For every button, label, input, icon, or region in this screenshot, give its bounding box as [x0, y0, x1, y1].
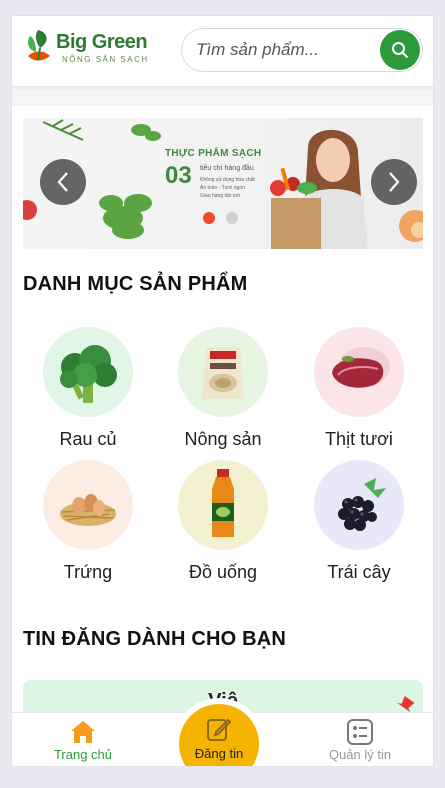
header-divider [12, 86, 433, 106]
banner-dot[interactable] [226, 212, 238, 224]
logo[interactable]: Big Green NÔNG SẢN SẠCH [24, 28, 154, 68]
nav-manage[interactable]: Quản lý tin [305, 713, 415, 766]
juice-bottle-icon [178, 460, 268, 550]
logo-subtitle: NÔNG SẢN SẠCH [62, 55, 149, 64]
category-do-uong[interactable]: Đồ uống [158, 460, 288, 590]
banner-subtitle: tiêu chí hàng đầu [200, 165, 254, 172]
home-icon [71, 721, 95, 743]
rice-bag-icon [178, 327, 268, 417]
banner-number: 03 [165, 162, 192, 189]
category-label: Rau củ [59, 429, 117, 449]
banner-title: THỰC PHẨM SẠCH [165, 148, 262, 159]
categories-title: DANH MỤC SẢN PHẨM [23, 273, 248, 295]
blackberry-icon [314, 460, 404, 550]
egg-nest-icon [43, 460, 133, 550]
broccoli-icon [43, 327, 133, 417]
chevron-right-icon [389, 172, 400, 192]
banner-bullet: An toàn - Tươi ngon [200, 185, 245, 191]
list-icon [347, 719, 373, 745]
category-label: Đồ uống [188, 562, 258, 582]
category-thit-tuoi[interactable]: Thịt tươi [294, 327, 424, 457]
nav-home-label: Trang chủ [53, 747, 113, 762]
category-label: Thịt tươi [325, 429, 393, 449]
category-rau-cu[interactable]: Rau củ [23, 327, 153, 457]
header: Big Green NÔNG SẢN SẠCH [12, 16, 433, 86]
search-input[interactable] [196, 29, 376, 71]
meat-icon [314, 327, 404, 417]
banner-bullets: Không sử dụng hóa chất An toàn - Tươi ng… [200, 176, 255, 200]
category-nong-san[interactable]: Nông sản [158, 327, 288, 457]
category-label: Trứng [63, 562, 113, 582]
banner-bullet: Giao hàng tận nơi [200, 193, 240, 199]
search-button[interactable] [380, 30, 420, 70]
promo-banner[interactable]: THỰC PHẨM SẠCH 03 tiêu chí hàng đầu Khôn… [23, 118, 423, 249]
nav-post-label: Đăng tin [194, 746, 244, 761]
banner-next-button[interactable] [371, 159, 417, 205]
edit-icon [207, 718, 232, 741]
app-screen: Big Green NÔNG SẢN SẠCH Tìm sản phẩm... … [11, 15, 434, 767]
banner-dot-active[interactable] [203, 212, 215, 224]
category-trung[interactable]: Trứng [23, 460, 153, 590]
posts-title: TIN ĐĂNG DÀNH CHO BẠN [23, 628, 287, 650]
logo-text: Big Green [56, 31, 148, 53]
banner-bullet: Không sử dụng hóa chất [200, 177, 255, 183]
category-trai-cay[interactable]: Trái cây [294, 460, 424, 590]
nav-manage-label: Quản lý tin [328, 747, 392, 762]
banner-prev-button[interactable] [40, 159, 86, 205]
category-label: Trái cây [327, 562, 391, 582]
search-icon [392, 42, 408, 58]
chevron-left-icon [57, 172, 68, 192]
category-label: Nông sản [184, 429, 262, 449]
leaf-logo-icon [28, 30, 50, 61]
search-bar [181, 28, 423, 72]
nav-home[interactable]: Trang chủ [28, 713, 138, 766]
